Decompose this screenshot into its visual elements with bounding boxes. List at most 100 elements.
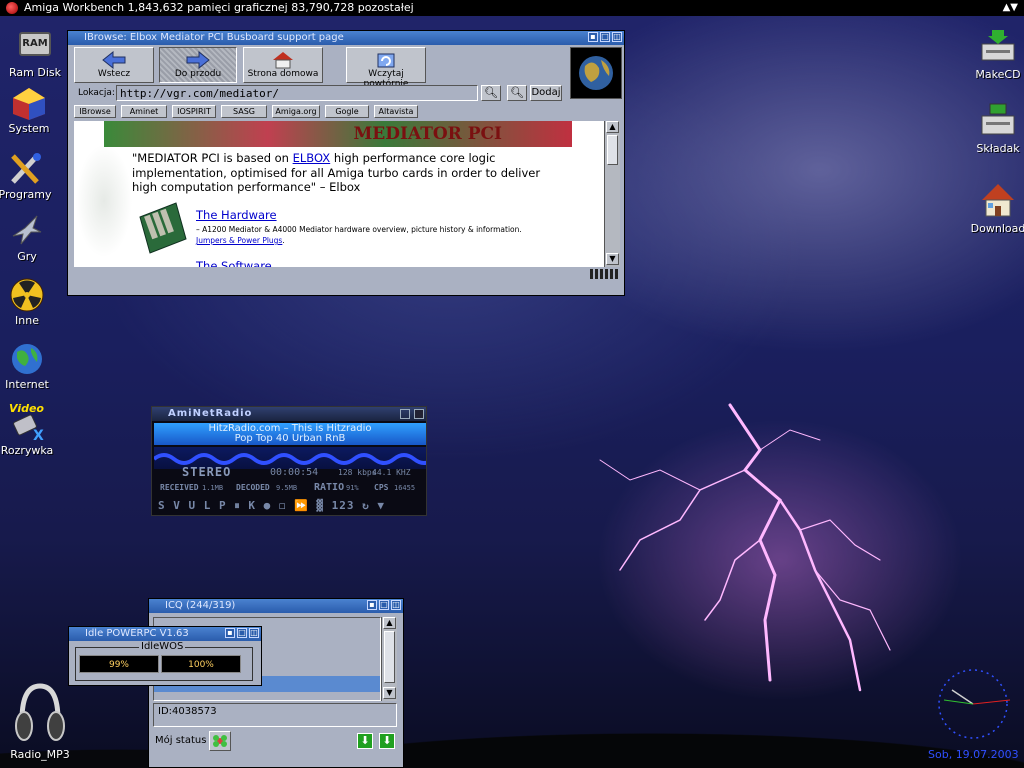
elbox-link[interactable]: ELBOX: [293, 151, 331, 165]
desktop-icon-inne[interactable]: Inne: [0, 278, 62, 327]
desktop-icon-programy[interactable]: Programy: [0, 152, 60, 201]
analog-clock: [930, 664, 1016, 744]
hardware-board-icon: [136, 199, 190, 255]
page-content[interactable]: MEDIATOR PCI "MEDIATOR PCI is based on E…: [74, 121, 604, 267]
scroll-up-button[interactable]: ▲: [606, 121, 619, 133]
add-bookmark-button[interactable]: Dodaj: [530, 85, 562, 101]
status-flower-button[interactable]: [209, 731, 231, 751]
cps-value: 16455: [394, 484, 416, 492]
hotlist-aminet[interactable]: Aminet: [121, 105, 167, 118]
depth-gadget-icon[interactable]: [414, 409, 424, 419]
globe-icon: [7, 342, 47, 376]
hotlist-gogle[interactable]: Gogle: [325, 105, 369, 118]
aminetradio-window[interactable]: AmiNetRadio HitzRadio.com – This is Hitz…: [151, 406, 427, 516]
zoom-gadget-icon[interactable]: □: [600, 32, 610, 42]
headphones-icon: [10, 680, 70, 746]
idle-powerpc-window[interactable]: Idle POWERPC V1.63 ▪ □ ◫ IdleWOS 99% 100…: [68, 626, 262, 686]
depth-gadget-icon[interactable]: ◫: [612, 32, 622, 42]
radio-controls[interactable]: S V U L P ⏸ K ● ◻ ⏩ ▓ 123 ↻ ▼: [158, 499, 385, 513]
forward-button[interactable]: Do przodu: [159, 47, 237, 83]
hotlist-ibrowse[interactable]: IBrowse: [74, 105, 116, 118]
desktop-icon-label: Programy: [0, 188, 52, 201]
desktop-icon-system[interactable]: System: [0, 86, 64, 135]
zoom-gadget-icon[interactable]: [400, 409, 410, 419]
drive-icon: [978, 100, 1018, 140]
idle-titlebar[interactable]: Idle POWERPC V1.63 ▪ □ ◫: [69, 627, 261, 641]
icq-title: ICQ (244/319): [165, 600, 236, 611]
jumpers-link[interactable]: Jumpers & Power Plugs: [196, 236, 282, 245]
desktop-icon-label: Radio_MP3: [10, 748, 70, 761]
desktop-icon-gry[interactable]: Gry: [0, 214, 62, 263]
ram-badge: RAM: [19, 32, 51, 56]
cpu-meter-2: 100%: [161, 655, 241, 673]
contact-scrollbar[interactable]: ▲ ▼: [381, 617, 397, 701]
depth-gadget-icon[interactable]: ▲▼: [1003, 0, 1018, 16]
desktop-icon-download[interactable]: Download: [963, 180, 1024, 235]
desktop-icon-radio-mp3[interactable]: Radio_MP3: [5, 680, 75, 761]
radio-titlebar[interactable]: AmiNetRadio: [152, 407, 426, 421]
search-button[interactable]: 🔍︎: [481, 85, 501, 101]
resize-gadget-icon[interactable]: [590, 269, 620, 279]
desktop-icon-makecd[interactable]: MakeCD: [963, 26, 1024, 81]
zoom-gadget-icon[interactable]: □: [379, 600, 389, 610]
desktop-icon-ram-disk[interactable]: RAM Ram Disk: [0, 30, 70, 79]
desktop-icon-internet[interactable]: Internet: [0, 342, 62, 391]
scroll-thumb[interactable]: [607, 135, 618, 165]
browser-window[interactable]: IBrowse: Elbox Mediator PCI Busboard sup…: [67, 30, 625, 296]
iconify-gadget-icon[interactable]: ▪: [588, 32, 598, 42]
icq-flower-icon: [213, 735, 227, 747]
url-input[interactable]: [116, 85, 478, 101]
browser-title: IBrowse: Elbox Mediator PCI Busboard sup…: [84, 32, 344, 43]
workbench-title: Amiga Workbench 1,843,632 pamięci grafic…: [24, 1, 414, 14]
hotlist-sasg[interactable]: SASG: [221, 105, 267, 118]
cps-label: CPS: [374, 483, 389, 492]
desktop-icon-rozrywka[interactable]: Video X Rozrywka: [0, 402, 62, 457]
my-status-label: Mój status: [155, 735, 207, 746]
cpu-meter-1: 99%: [79, 655, 159, 673]
scroll-down-button[interactable]: ▼: [606, 253, 619, 265]
hotlist-altavista[interactable]: Altavista: [374, 105, 418, 118]
zoom-gadget-icon[interactable]: □: [237, 628, 247, 638]
find-button[interactable]: 🔍︎: [507, 85, 527, 101]
desktop-icon-label: Gry: [17, 250, 37, 263]
search-icon: 🔍︎: [484, 86, 498, 99]
house-icon: [978, 180, 1018, 220]
sample-rate: 44.1 KHZ: [372, 468, 411, 477]
decoded-value: 9.5MB: [276, 484, 298, 492]
icq-titlebar[interactable]: ICQ (244/319) ▪ □ ◫: [149, 599, 403, 613]
arrow-down-icon[interactable]: ⬇: [379, 733, 395, 749]
arrow-down-icon[interactable]: ⬇: [357, 733, 373, 749]
hotlist-amiga-org[interactable]: Amiga.org: [272, 105, 320, 118]
browser-titlebar[interactable]: IBrowse: Elbox Mediator PCI Busboard sup…: [68, 31, 624, 45]
back-button[interactable]: Wstecz: [74, 47, 154, 83]
scroll-thumb[interactable]: [384, 631, 395, 683]
page-scrollbar[interactable]: ▲ ▼: [604, 121, 620, 267]
jumpers-line: Jumpers & Power Plugs.: [196, 236, 285, 245]
depth-gadget-icon[interactable]: ◫: [249, 628, 259, 638]
station-genre: Pop Top 40 Urban RnB: [234, 433, 346, 444]
tools-icon: [5, 152, 45, 186]
hardware-link[interactable]: The Hardware: [196, 208, 277, 222]
desktop-icon-label: System: [8, 122, 50, 135]
system-icon: [9, 86, 49, 120]
scroll-up-button[interactable]: ▲: [383, 617, 396, 629]
desktop-icon-label: Download: [970, 222, 1024, 235]
home-button[interactable]: Strona domowa: [243, 47, 323, 83]
back-label: Wstecz: [97, 69, 131, 79]
hotlist-iospirit[interactable]: IOSPIRIT: [172, 105, 216, 118]
desktop-icon-skladak[interactable]: Składak: [963, 100, 1024, 155]
jet-icon: [7, 214, 47, 248]
home-icon: [273, 52, 293, 69]
stereo-indicator: STEREO: [182, 465, 232, 479]
ratio-value: 91%: [346, 484, 359, 492]
reload-button[interactable]: Wczytaj powtórnie: [346, 47, 426, 89]
mediator-banner: MEDIATOR PCI: [104, 121, 572, 147]
workbench-titlebar: Amiga Workbench 1,843,632 pamięci grafic…: [0, 0, 1024, 16]
scroll-down-button[interactable]: ▼: [383, 687, 396, 699]
iconify-gadget-icon[interactable]: ▪: [367, 600, 377, 610]
depth-gadget-icon[interactable]: ◫: [391, 600, 401, 610]
software-link[interactable]: The Software: [196, 259, 272, 267]
desktop-icon-label: Ram Disk: [9, 66, 61, 79]
iconify-gadget-icon[interactable]: ▪: [225, 628, 235, 638]
icq-id-field: ID:4038573: [153, 703, 397, 727]
